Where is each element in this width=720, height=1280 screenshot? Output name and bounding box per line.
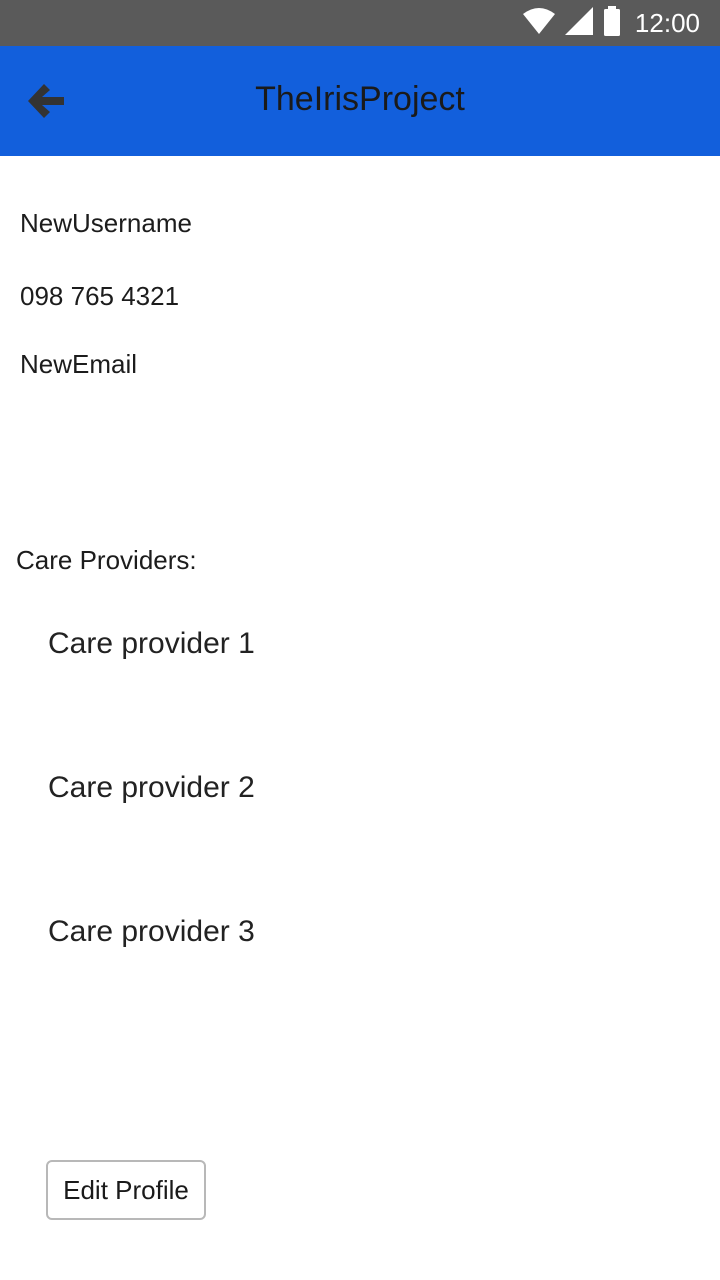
care-providers-label: Care Providers:: [16, 545, 197, 575]
care-provider-item[interactable]: Care provider 1: [48, 627, 255, 661]
email-text: NewEmail: [20, 349, 138, 379]
app-title: TheIrisProject: [255, 80, 465, 118]
battery-icon: [603, 5, 621, 41]
edit-profile-button[interactable]: Edit Profile: [46, 1160, 206, 1220]
care-provider-item[interactable]: Care provider 2: [48, 771, 255, 805]
status-icons: 12:00: [522, 0, 700, 46]
status-time: 12:00: [634, 7, 700, 38]
wifi-icon: [522, 7, 555, 39]
username-text: NewUsername: [20, 208, 192, 238]
app-bar: TheIrisProject: [0, 46, 720, 156]
status-bar: 12:00: [0, 0, 720, 46]
signal-icon: [564, 6, 593, 40]
care-provider-item[interactable]: Care provider 3: [48, 915, 255, 949]
phone-text: 098 765 4321: [20, 281, 180, 311]
